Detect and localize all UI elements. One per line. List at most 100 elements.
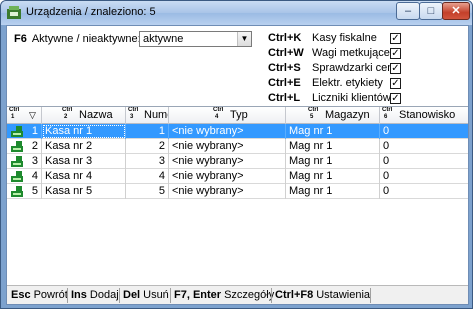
row-store: Mag nr 1 xyxy=(286,184,380,199)
column-header-number[interactable]: Ctrl 3 Nume xyxy=(126,107,169,124)
cash-register-icon xyxy=(11,156,23,167)
option-shortcut: Ctrl+W xyxy=(268,47,304,59)
devices-table: Ctrl 1 ▽ Ctrl 2 Nazwa Ctrl 3 Nume Ctrl 4 xyxy=(7,106,468,274)
row-name: Kasa nr 1 xyxy=(42,124,126,139)
row-number: 3 xyxy=(126,154,169,169)
column-ctrl-label: Ctrl xyxy=(62,107,73,113)
checkbox-labeling-scales[interactable]: ✓ xyxy=(390,48,401,59)
table-row[interactable]: 4 Kasa nr 4 4 <nie wybrany> Mag nr 1 0 xyxy=(7,169,468,184)
row-id-cell: 2 xyxy=(7,139,42,154)
option-shortcut: Ctrl+E xyxy=(268,77,301,89)
status-divider xyxy=(170,288,171,303)
column-ctrl-label: Ctrl xyxy=(308,107,319,113)
row-type: <nie wybrany> xyxy=(169,124,286,139)
column-header-name[interactable]: Ctrl 2 Nazwa xyxy=(42,107,126,124)
active-filter-select[interactable]: aktywne ▼ xyxy=(139,31,252,47)
status-label: Powrót xyxy=(33,289,68,301)
status-details[interactable]: F7, Enter Szczegóły xyxy=(174,289,274,301)
filter-label-text: Aktywne / nieaktywne: xyxy=(31,33,141,45)
column-number: 6 xyxy=(384,114,388,120)
row-type: <nie wybrany> xyxy=(169,139,286,154)
row-station: 0 xyxy=(383,125,390,137)
checkbox-price-checkers[interactable]: ✓ xyxy=(390,63,401,74)
cash-register-icon xyxy=(11,141,23,152)
row-name: Kasa nr 3 xyxy=(42,154,126,169)
status-divider xyxy=(271,288,272,303)
close-button[interactable]: ✕ xyxy=(442,2,470,20)
row-station: 0 xyxy=(383,140,390,152)
status-key: Del xyxy=(123,289,141,301)
row-number: 4 xyxy=(126,169,169,184)
window-title: Urządzenia / znaleziono: 5 xyxy=(26,6,156,18)
row-id: 3 xyxy=(31,155,38,167)
status-divider xyxy=(119,288,120,303)
status-add[interactable]: Ins Dodaj xyxy=(71,289,119,301)
chevron-down-icon[interactable]: ▼ xyxy=(237,32,251,46)
table-row[interactable]: 2 Kasa nr 2 2 <nie wybrany> Mag nr 1 0 xyxy=(7,139,468,154)
row-type: <nie wybrany> xyxy=(169,154,286,169)
row-id-cell: 4 xyxy=(7,169,42,184)
option-label: Liczniki klientów xyxy=(312,92,391,104)
table-row[interactable]: 1 Kasa nr 1 1 <nie wybrany> Mag nr 1 0 xyxy=(7,124,468,139)
checkbox-electronic-labels[interactable]: ✓ xyxy=(390,78,401,89)
sort-arrow-icon: ▽ xyxy=(29,110,36,120)
column-ctrl-label: Ctrl xyxy=(128,107,139,113)
status-delete[interactable]: Del Usuń xyxy=(123,289,169,301)
status-key: Ctrl+F8 xyxy=(275,289,314,301)
option-label: Sprawdzarki cen xyxy=(312,62,394,74)
table-row[interactable]: 3 Kasa nr 3 3 <nie wybrany> Mag nr 1 0 xyxy=(7,154,468,169)
table-header: Ctrl 1 ▽ Ctrl 2 Nazwa Ctrl 3 Nume Ctrl 4 xyxy=(7,107,468,124)
column-title: Stanowisko xyxy=(399,109,456,121)
row-type: <nie wybrany> xyxy=(169,184,286,199)
app-window: Urządzenia / znaleziono: 5 – □ ✕ F6 Aktyw… xyxy=(0,0,473,309)
row-store: Mag nr 1 xyxy=(286,154,380,169)
status-settings[interactable]: Ctrl+F8 Ustawienia xyxy=(275,289,370,301)
column-number: 1 xyxy=(11,114,15,120)
column-number: 2 xyxy=(64,114,68,120)
checkbox-customer-counters[interactable]: ✓ xyxy=(390,93,401,104)
status-key: Esc xyxy=(11,289,31,301)
status-bar: Esc Powrót Ins Dodaj Del Usuń F7, Enter Szcz… xyxy=(7,285,468,304)
option-price-checkers[interactable]: Ctrl+S Sprawdzarki cen ✓ xyxy=(268,62,418,77)
active-filter-value: aktywne xyxy=(143,33,184,45)
column-header-id[interactable]: Ctrl 1 ▽ xyxy=(7,107,42,124)
option-label: Elektr. etykiety xyxy=(312,77,383,89)
option-labeling-scales[interactable]: Ctrl+W Wagi metkujące ✓ xyxy=(268,47,418,62)
maximize-button[interactable]: □ xyxy=(419,2,443,20)
cash-register-icon xyxy=(11,186,23,197)
option-fiscal-registers[interactable]: Ctrl+K Kasy fiskalne ✓ xyxy=(268,32,418,47)
option-shortcut: Ctrl+L xyxy=(268,92,301,104)
status-key: F7, Enter xyxy=(174,289,222,301)
row-type: <nie wybrany> xyxy=(169,169,286,184)
option-customer-counters[interactable]: Ctrl+L Liczniki klientów ✓ xyxy=(268,92,418,107)
column-header-store[interactable]: Ctrl 5 Magazyn xyxy=(286,107,380,124)
row-station: 0 xyxy=(383,170,390,182)
checkbox-fiscal-registers[interactable]: ✓ xyxy=(390,33,401,44)
minimize-button[interactable]: – xyxy=(396,2,420,20)
row-id: 2 xyxy=(31,140,38,152)
column-ctrl-label: Ctrl xyxy=(9,107,20,113)
status-back[interactable]: Esc Powrót xyxy=(11,289,68,301)
row-name: Kasa nr 2 xyxy=(42,139,126,154)
row-id-cell: 3 xyxy=(7,154,42,169)
row-number: 5 xyxy=(126,184,169,199)
device-type-options: Ctrl+K Kasy fiskalne ✓ Ctrl+W Wagi metku… xyxy=(268,32,418,107)
column-number: 3 xyxy=(130,114,134,120)
row-store: Mag nr 1 xyxy=(286,139,380,154)
column-header-type[interactable]: Ctrl 4 Typ xyxy=(169,107,286,124)
column-title: Typ xyxy=(230,109,248,121)
filter-shortcut: F6 xyxy=(14,33,27,45)
option-electronic-labels[interactable]: Ctrl+E Elektr. etykiety ✓ xyxy=(268,77,418,92)
row-id: 1 xyxy=(31,125,38,137)
column-header-station[interactable]: Ctrl 6 Stanowisko xyxy=(380,107,468,124)
title-bar[interactable]: Urządzenia / znaleziono: 5 – □ ✕ xyxy=(1,1,472,25)
column-title: Nazwa xyxy=(79,109,113,121)
column-title: Magazyn xyxy=(325,109,370,121)
column-number: 4 xyxy=(215,114,219,120)
option-shortcut: Ctrl+S xyxy=(268,62,301,74)
row-number: 1 xyxy=(126,124,169,139)
status-label: Dodaj xyxy=(89,289,119,301)
status-key: Ins xyxy=(71,289,87,301)
app-icon xyxy=(7,6,21,19)
table-row[interactable]: 5 Kasa nr 5 5 <nie wybrany> Mag nr 1 0 xyxy=(7,184,468,199)
